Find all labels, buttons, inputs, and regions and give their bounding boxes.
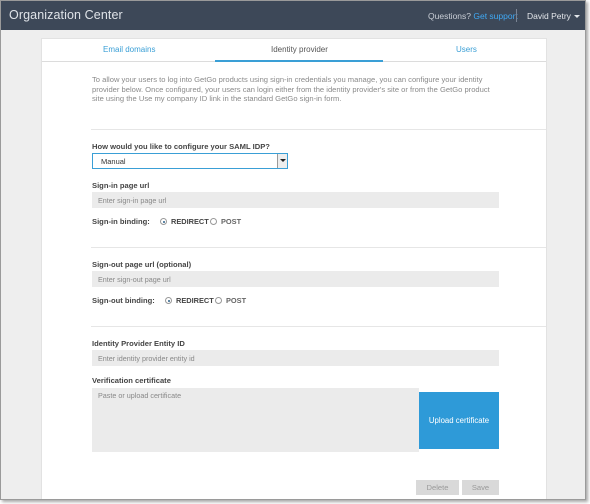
radio-label: REDIRECT bbox=[171, 217, 209, 226]
help-text: Questions? Get support bbox=[428, 11, 518, 21]
topbar-divider bbox=[516, 9, 517, 22]
tab-users[interactable]: Users bbox=[456, 45, 477, 54]
sign-in-redirect-radio[interactable]: REDIRECT bbox=[160, 217, 209, 226]
questions-label: Questions? bbox=[428, 11, 471, 21]
app-title: Organization Center bbox=[9, 8, 123, 22]
entity-id-input[interactable] bbox=[92, 350, 499, 366]
tab-identity-provider[interactable]: Identity provider bbox=[271, 45, 328, 54]
top-bar: Organization Center Questions? Get suppo… bbox=[1, 1, 585, 30]
tab-bar: Email domains Identity provider Users bbox=[42, 39, 546, 62]
divider bbox=[91, 247, 546, 248]
radio-unchecked-icon bbox=[210, 218, 217, 225]
sign-in-post-radio[interactable]: POST bbox=[210, 217, 241, 226]
intro-text: To allow your users to log into GetGo pr… bbox=[92, 75, 490, 104]
upload-certificate-button[interactable]: Upload certificate bbox=[419, 392, 499, 449]
user-menu[interactable]: David Petry bbox=[527, 11, 580, 21]
active-tab-indicator bbox=[215, 60, 383, 62]
sign-in-url-label: Sign-in page url bbox=[92, 181, 150, 190]
user-name: David Petry bbox=[527, 11, 571, 21]
divider bbox=[91, 326, 546, 327]
sign-out-binding-label: Sign-out binding: bbox=[92, 296, 155, 305]
sign-out-url-label: Sign-out page url (optional) bbox=[92, 260, 192, 269]
sign-out-post-radio[interactable]: POST bbox=[215, 296, 246, 305]
certificate-label: Verification certificate bbox=[92, 376, 171, 385]
caret-down-icon bbox=[573, 15, 580, 19]
divider bbox=[91, 129, 546, 130]
sign-in-binding-label: Sign-in binding: bbox=[92, 217, 150, 226]
settings-card: Email domains Identity provider Users To… bbox=[41, 38, 547, 499]
radio-unchecked-icon bbox=[215, 297, 222, 304]
radio-checked-icon bbox=[165, 297, 172, 304]
entity-id-label: Identity Provider Entity ID bbox=[92, 339, 185, 348]
saml-config-value: Manual bbox=[101, 157, 126, 166]
radio-label: REDIRECT bbox=[176, 296, 214, 305]
radio-label: POST bbox=[221, 217, 242, 226]
sign-out-redirect-radio[interactable]: REDIRECT bbox=[165, 296, 214, 305]
radio-label: POST bbox=[226, 296, 247, 305]
radio-checked-icon bbox=[160, 218, 167, 225]
sign-in-url-input[interactable] bbox=[92, 192, 499, 208]
saml-config-label: How would you like to configure your SAM… bbox=[92, 142, 270, 151]
delete-button[interactable]: Delete bbox=[416, 480, 459, 495]
get-support-link[interactable]: Get support bbox=[473, 11, 517, 21]
save-button[interactable]: Save bbox=[462, 480, 499, 495]
sign-out-url-input[interactable] bbox=[92, 271, 499, 287]
app-window: Organization Center Questions? Get suppo… bbox=[0, 0, 586, 500]
dropdown-arrow-icon[interactable] bbox=[277, 154, 287, 168]
certificate-textarea[interactable] bbox=[92, 388, 419, 452]
saml-config-select[interactable]: Manual bbox=[92, 153, 288, 169]
tab-email-domains[interactable]: Email domains bbox=[103, 45, 155, 54]
